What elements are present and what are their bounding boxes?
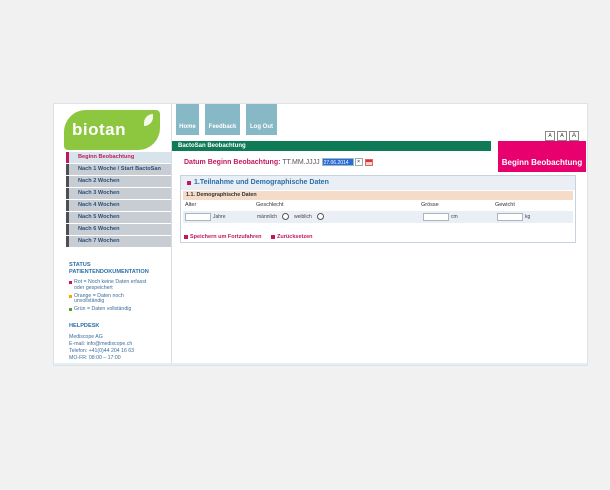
section-marker-icon	[187, 181, 191, 185]
demographics-fields: Jahre männlich weiblich cm kg	[183, 211, 573, 223]
sidebar-item-nach-3-wochen[interactable]: Nach 3 Wochen	[66, 188, 171, 199]
home-button[interactable]: Home	[176, 104, 199, 135]
orange-status-icon	[69, 294, 72, 298]
form-actions: Speichern um Fortzufahren Zurücksetzen	[184, 233, 321, 241]
status-title: STATUS PATIENTENDOKUMENTATION	[69, 262, 149, 275]
clear-date-button[interactable]: ×	[354, 158, 363, 167]
geschlecht-label: Geschlecht	[256, 202, 284, 208]
beginn-beobachtung-button[interactable]: Beginn Beobachtung	[498, 141, 586, 172]
calendar-icon[interactable]	[364, 158, 373, 166]
female-radio[interactable]	[317, 213, 324, 220]
legend-red: Rot = Noch keine Daten erfasst oder gesp…	[69, 279, 169, 292]
groesse-label: Grösse	[421, 202, 439, 208]
app-window: biotan Beginn Beobachtung Nach 1 Woche /…	[53, 103, 588, 366]
legend-orange: Orange = Daten noch unvollständig	[69, 293, 169, 306]
helpdesk-hours: MO-FR: 08:00 – 17:00	[69, 355, 121, 361]
panel-title: 1.Teilnahme und Demographische Daten	[187, 179, 329, 187]
sidebar-nav: Beginn Beobachtung Nach 1 Woche / Start …	[66, 152, 171, 248]
font-size-controls: AAA	[543, 124, 579, 142]
gewicht-unit: kg	[525, 214, 531, 220]
font-small-button[interactable]: A	[545, 131, 555, 141]
save-icon	[184, 235, 188, 239]
male-radio[interactable]	[282, 213, 289, 220]
column-headers: Alter Geschlecht Grösse Gewicht	[183, 201, 573, 209]
helpdesk-title: HELPDESK	[69, 323, 100, 329]
sidebar-item-nach-7-wochen[interactable]: Nach 7 Wochen	[66, 236, 171, 247]
section-bar: BactoSan Beobachtung	[172, 141, 491, 151]
alter-input[interactable]	[185, 213, 211, 221]
helpdesk-email[interactable]: E-mail: info@mediscope.ch	[69, 341, 169, 348]
sidebar-item-nach-1-woche[interactable]: Nach 1 Woche / Start BactoSan	[66, 164, 171, 175]
reset-icon	[271, 235, 276, 239]
datum-label: Datum Beginn Beobachtung:	[184, 159, 281, 166]
datum-format: TT.MM.JJJJ	[282, 159, 320, 166]
panel-header: 1.Teilnahme und Demographische Daten	[181, 176, 575, 190]
groesse-input[interactable]	[423, 213, 449, 221]
sidebar: biotan Beginn Beobachtung Nach 1 Woche /…	[54, 104, 172, 365]
font-medium-button[interactable]: A	[557, 131, 567, 141]
sidebar-item-nach-2-wochen[interactable]: Nach 2 Wochen	[66, 176, 171, 187]
save-button[interactable]: Speichern um Fortzufahren	[184, 233, 262, 241]
sidebar-item-nach-6-wochen[interactable]: Nach 6 Wochen	[66, 224, 171, 235]
legend-green: Grün = Daten vollständig	[69, 306, 169, 313]
logo-text: biotan	[72, 120, 126, 139]
helpdesk-phone: Telefon: +41(0)44 204 16 63	[69, 348, 135, 354]
helpdesk-company: Mediscope AG	[69, 334, 103, 340]
font-large-button[interactable]: A	[569, 131, 579, 141]
alter-label: Alter	[185, 202, 197, 208]
female-label: weiblich	[294, 214, 312, 220]
leaf-icon	[144, 114, 153, 126]
sidebar-item-nach-5-wochen[interactable]: Nach 5 Wochen	[66, 212, 171, 223]
footer-line	[54, 363, 587, 365]
datum-row: Datum Beginn Beobachtung: TT.MM.JJJJ 27.…	[184, 158, 373, 168]
biotan-logo[interactable]: biotan	[64, 110, 160, 150]
sidebar-item-beginn-beobachtung[interactable]: Beginn Beobachtung	[66, 152, 171, 163]
groesse-unit: cm	[451, 214, 458, 220]
reset-button[interactable]: Zurücksetzen	[271, 233, 313, 241]
subsection-heading: 1.1. Demographische Daten	[183, 191, 573, 200]
gewicht-label: Gewicht	[495, 202, 515, 208]
green-status-icon	[69, 308, 72, 312]
male-label: männlich	[257, 214, 278, 220]
sidebar-item-nach-4-wochen[interactable]: Nach 4 Wochen	[66, 200, 171, 211]
gewicht-input[interactable]	[497, 213, 523, 221]
status-legend: STATUS PATIENTENDOKUMENTATION Rot = Noch…	[69, 262, 169, 315]
datum-input[interactable]: 27.06.2014	[321, 158, 354, 167]
alter-unit: Jahre	[213, 214, 226, 220]
main-content: BactoSan Beobachtung Beginn Beobachtung …	[172, 141, 589, 365]
feedback-button[interactable]: Feedback	[205, 104, 240, 135]
logout-button[interactable]: Log Out	[246, 104, 277, 135]
helpdesk: HELPDESK Mediscope AG E-mail: info@medis…	[69, 323, 169, 362]
red-status-icon	[69, 281, 72, 284]
